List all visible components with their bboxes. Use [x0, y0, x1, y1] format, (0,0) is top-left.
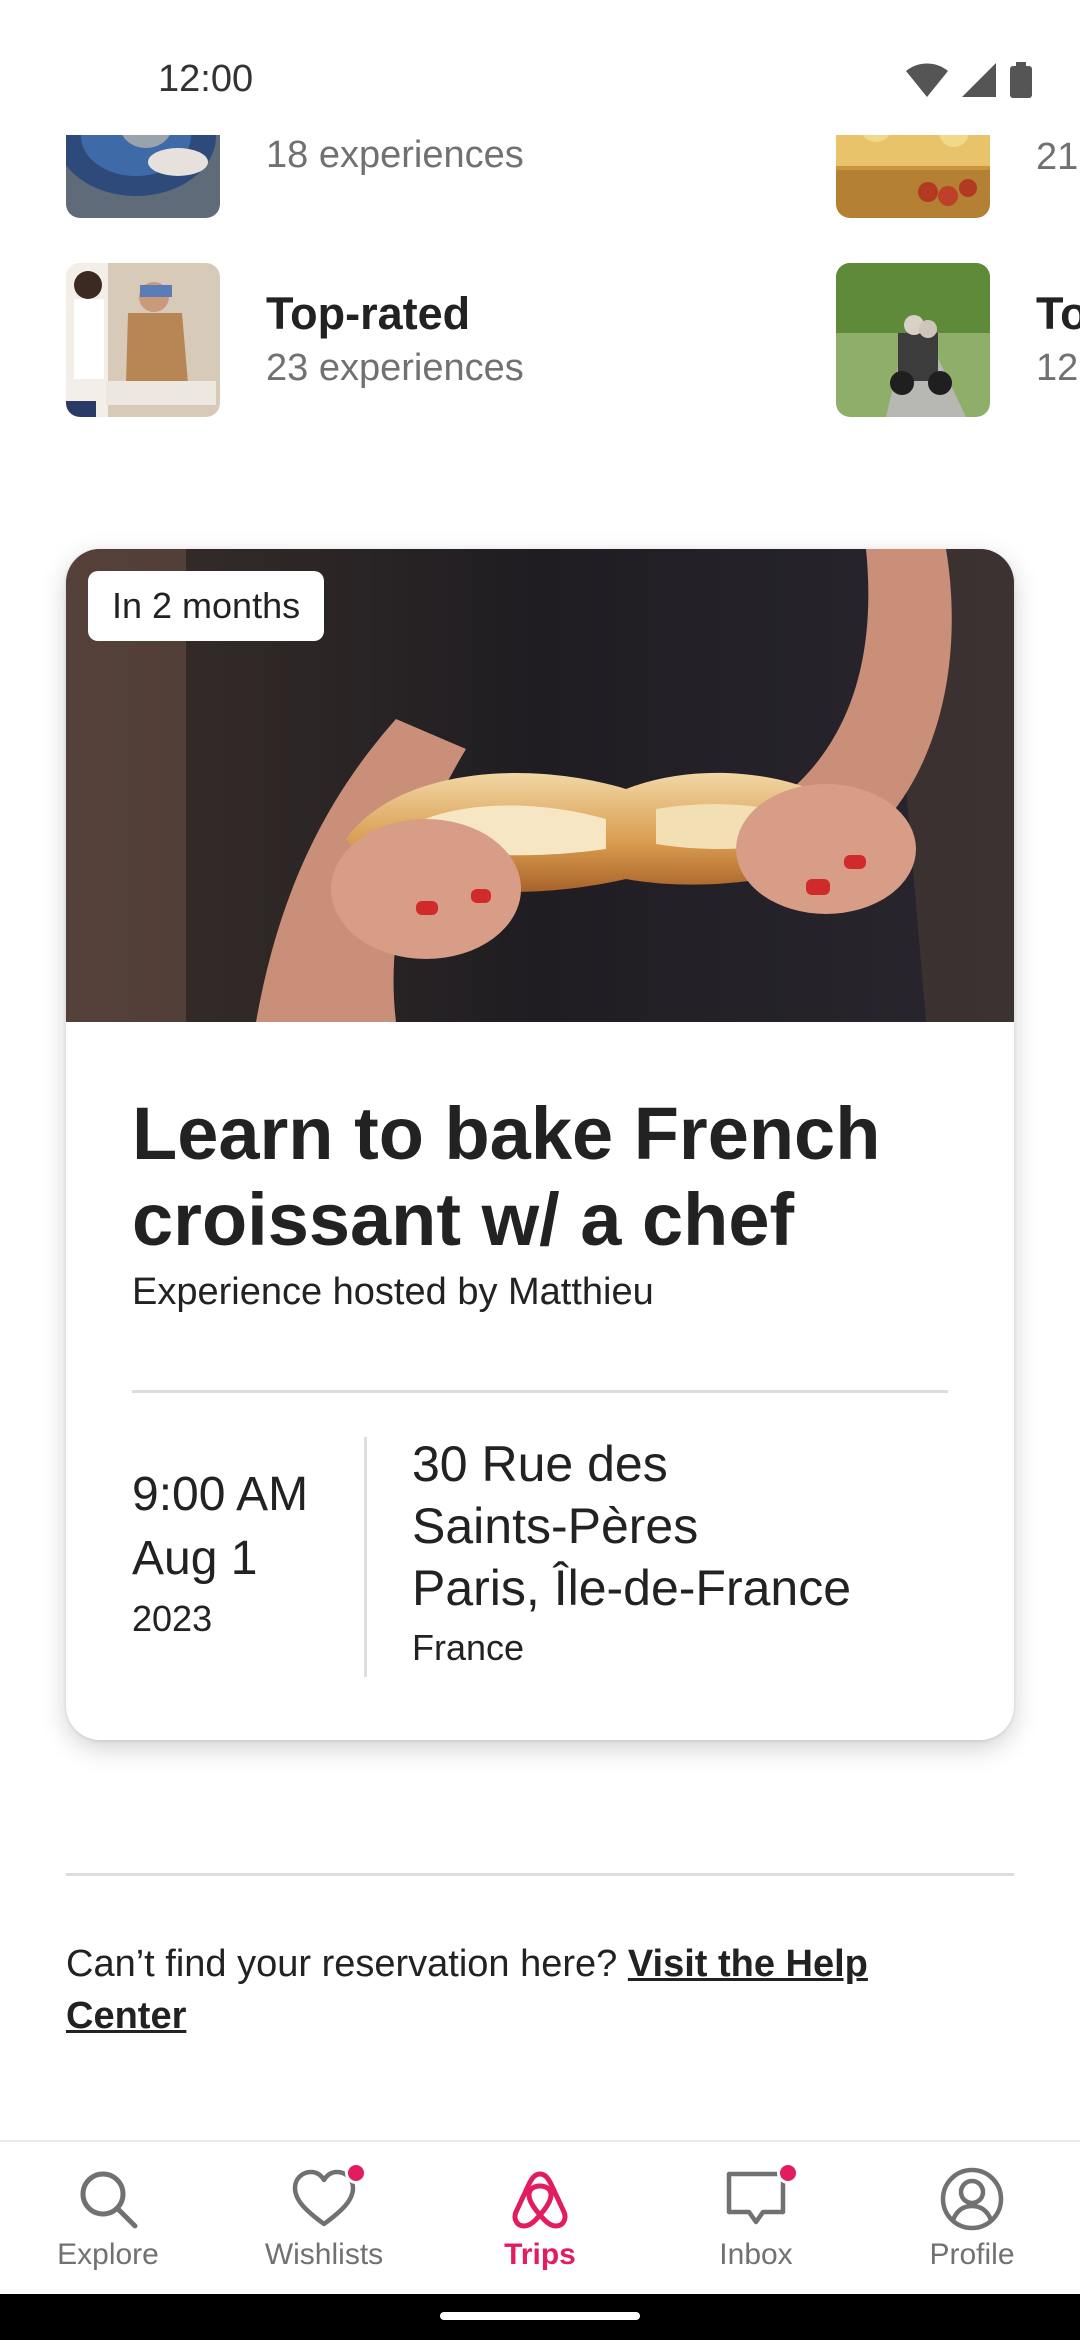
baking-class-image [66, 263, 220, 417]
nav-label: Explore [57, 2238, 159, 2271]
address-block: 30 Rue des Saints-Pères Paris, Île-de-Fr… [412, 1433, 972, 1677]
category-count: 12 [1036, 347, 1079, 389]
start-year: 2023 [132, 1598, 213, 1639]
address-line-1: 30 Rue des [412, 1436, 668, 1492]
heart-icon-wrap [291, 2162, 367, 2232]
status-icons [906, 62, 1032, 98]
address-line-3: Paris, Île-de-France [412, 1560, 852, 1616]
trip-timing-badge: In 2 months [88, 571, 325, 641]
profile-icon [940, 2167, 1004, 2231]
nav-label: Trips [504, 2238, 576, 2271]
nav-label: Inbox [719, 2238, 793, 2271]
battery-icon [1010, 62, 1032, 98]
section-divider [66, 1873, 1014, 1876]
start-date: Aug 1 [132, 1532, 258, 1585]
help-message: Can’t find your reservation here? Visit … [66, 1938, 926, 2042]
trips-screen: 18 experiences 21 Top-rated 23 experienc… [0, 0, 1080, 2340]
croissant-image: In 2 months [66, 549, 1014, 1022]
sidecar-tour-image [836, 263, 990, 417]
experience-title: Learn to bake French croissant w/ a chef [132, 1092, 881, 1261]
address-country: France [412, 1627, 525, 1668]
signal-icon [962, 63, 996, 97]
category-count: 23 experiences [266, 347, 524, 389]
wifi-icon [906, 63, 948, 97]
nav-trips[interactable]: Trips [432, 2142, 648, 2294]
reservation-card[interactable]: In 2 months Learn to bake French croissa… [66, 549, 1014, 1740]
help-prompt: Can’t find your reservation here? [66, 1943, 618, 1985]
vertical-divider [364, 1437, 367, 1677]
status-time: 12:00 [158, 58, 254, 100]
category-top-rated[interactable]: Top-rated 23 experiences [66, 263, 524, 417]
start-time: 9:00 AM [132, 1468, 309, 1521]
search-icon [80, 2171, 138, 2229]
category-title: To [1036, 288, 1080, 339]
category-title: Top-rated [266, 288, 471, 339]
card-divider [132, 1390, 948, 1393]
airbnb-logo-icon [512, 2171, 568, 2229]
nav-inbox[interactable]: Inbox [648, 2142, 864, 2294]
notification-dot [777, 2162, 799, 2184]
date-time-block: 9:00 AM Aug 1 2023 [132, 1463, 308, 1647]
message-icon-wrap [723, 2162, 799, 2232]
host-label: Experience hosted by Matthieu [132, 1271, 654, 1313]
nav-wishlists[interactable]: Wishlists [216, 2142, 432, 2294]
address-line-2: Saints-Pères [412, 1498, 699, 1554]
nav-profile[interactable]: Profile [864, 2142, 1080, 2294]
category-partial[interactable]: To 12 [836, 263, 1080, 417]
category-count: 21 [1036, 136, 1079, 178]
category-count: 18 experiences [266, 134, 524, 176]
bottom-navigation: Explore Wishlists Trips Inbox Profile [0, 2140, 1080, 2294]
nav-explore[interactable]: Explore [0, 2142, 216, 2294]
status-bar: 12:00 [0, 0, 1080, 135]
notification-dot [345, 2162, 367, 2184]
home-gesture-handle[interactable] [440, 2312, 640, 2320]
system-gesture-bar [0, 2294, 1080, 2340]
nav-label: Profile [929, 2238, 1015, 2271]
nav-label: Wishlists [264, 2238, 384, 2271]
